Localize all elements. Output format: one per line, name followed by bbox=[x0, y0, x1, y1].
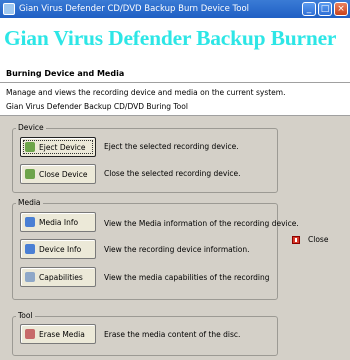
device-info-button[interactable]: Device Info bbox=[20, 239, 96, 259]
erase-media-description: Erase the media content of the disc. bbox=[104, 330, 241, 339]
capabilities-button[interactable]: Capabilities bbox=[20, 267, 96, 287]
close-window-button[interactable]: × bbox=[334, 2, 348, 16]
erase-media-button[interactable]: Erase Media bbox=[20, 324, 96, 344]
media-info-description: View the Media information of the record… bbox=[104, 219, 299, 228]
close-tray-icon bbox=[25, 169, 35, 179]
close-label: Close bbox=[308, 235, 329, 244]
media-group-label: Media bbox=[16, 198, 43, 207]
eject-icon bbox=[25, 142, 35, 152]
eject-device-label: Eject Device bbox=[39, 142, 86, 152]
header-panel: Burning Device and Media Manage and view… bbox=[0, 60, 350, 116]
device-group-label: Device bbox=[16, 123, 46, 132]
close-device-description: Close the selected recording device. bbox=[104, 169, 241, 178]
close-button[interactable]: Close bbox=[292, 235, 328, 244]
close-icon bbox=[292, 235, 300, 244]
section-subdescription: Gian Virus Defender Backup CD/DVD Buring… bbox=[6, 102, 188, 111]
maximize-button[interactable]: □ bbox=[318, 2, 332, 16]
tool-group-label: Tool bbox=[16, 311, 35, 320]
device-info-label: Device Info bbox=[39, 244, 82, 254]
divider bbox=[0, 82, 350, 83]
section-description: Manage and views the recording device an… bbox=[6, 88, 286, 97]
info-icon bbox=[25, 217, 35, 227]
capabilities-label: Capabilities bbox=[39, 272, 83, 282]
close-device-label: Close Device bbox=[39, 169, 88, 179]
close-device-button[interactable]: Close Device bbox=[20, 164, 96, 184]
title-bar: Gian Virus Defender CD/DVD Backup Burn D… bbox=[0, 0, 350, 18]
main-panel: Device Eject Device Eject the selected r… bbox=[0, 117, 350, 360]
window-controls: _ □ × bbox=[302, 2, 348, 16]
device-icon bbox=[25, 244, 35, 254]
section-title: Burning Device and Media bbox=[6, 69, 125, 78]
eject-device-button[interactable]: Eject Device bbox=[20, 137, 96, 157]
window-title: Gian Virus Defender CD/DVD Backup Burn D… bbox=[19, 4, 250, 14]
minimize-button[interactable]: _ bbox=[302, 2, 316, 16]
erase-icon bbox=[25, 329, 35, 339]
device-info-description: View the recording device information. bbox=[104, 245, 250, 254]
banner-title: Gian Virus Defender Backup Burner bbox=[4, 26, 337, 50]
eject-device-description: Eject the selected recording device. bbox=[104, 142, 239, 151]
media-info-button[interactable]: Media Info bbox=[20, 212, 96, 232]
capabilities-description: View the media capabilities of the recor… bbox=[104, 273, 270, 282]
app-icon bbox=[3, 3, 15, 15]
erase-media-label: Erase Media bbox=[39, 329, 85, 339]
media-info-label: Media Info bbox=[39, 217, 79, 227]
capabilities-icon bbox=[25, 272, 35, 282]
banner: Gian Virus Defender Backup Burner bbox=[0, 18, 350, 60]
